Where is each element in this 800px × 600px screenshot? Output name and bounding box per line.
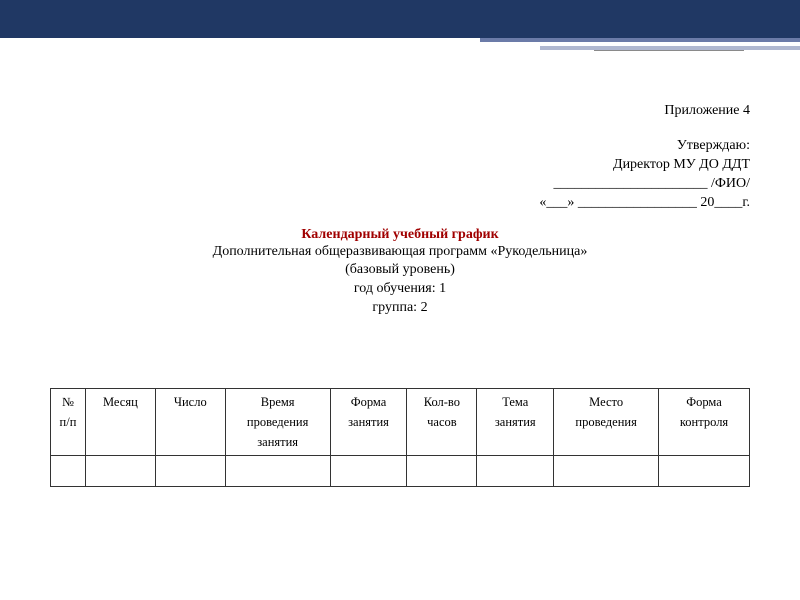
cell-1 xyxy=(85,456,155,487)
cell-8 xyxy=(659,456,750,487)
doc-title: Календарный учебный график xyxy=(50,227,750,243)
program-name: Дополнительная общеразвивающая программ … xyxy=(50,243,750,262)
col-header-4: Формазанятия xyxy=(330,389,407,456)
program-level: (базовый уровень) xyxy=(50,261,750,280)
top-banner xyxy=(0,0,800,38)
cell-2 xyxy=(155,456,225,487)
banner-stripe-1 xyxy=(480,38,800,42)
table-header-row: №п/пМесяцЧислоВремяпроведениязанятияФорм… xyxy=(51,389,750,456)
group-number: группа: 2 xyxy=(50,299,750,318)
cell-7 xyxy=(554,456,659,487)
col-header-6: Темазанятия xyxy=(477,389,554,456)
banner-underline xyxy=(594,50,744,51)
col-header-0: №п/п xyxy=(51,389,86,456)
col-header-1: Месяц xyxy=(85,389,155,456)
table-row xyxy=(51,456,750,487)
col-header-5: Кол-вочасов xyxy=(407,389,477,456)
cell-3 xyxy=(225,456,330,487)
approve-line-1: Утверждаю: xyxy=(50,137,750,156)
col-header-7: Местопроведения xyxy=(554,389,659,456)
approve-line-4: «___» _________________ 20____г. xyxy=(50,194,750,213)
appendix-label: Приложение 4 xyxy=(50,103,750,119)
approve-line-3: ______________________ /ФИО/ xyxy=(50,175,750,194)
schedule-table-wrap: №п/пМесяцЧислоВремяпроведениязанятияФорм… xyxy=(50,388,750,487)
approve-line-2: Директор МУ ДО ДДТ xyxy=(50,156,750,175)
cell-4 xyxy=(330,456,407,487)
schedule-table: №п/пМесяцЧислоВремяпроведениязанятияФорм… xyxy=(50,388,750,487)
page-body: Приложение 4 Утверждаю: Директор МУ ДО Д… xyxy=(0,38,800,487)
col-header-3: Времяпроведениязанятия xyxy=(225,389,330,456)
cell-0 xyxy=(51,456,86,487)
cell-6 xyxy=(477,456,554,487)
col-header-2: Число xyxy=(155,389,225,456)
cell-5 xyxy=(407,456,477,487)
approval-block: Утверждаю: Директор МУ ДО ДДТ __________… xyxy=(50,137,750,213)
col-header-8: Формаконтроля xyxy=(659,389,750,456)
study-year: год обучения: 1 xyxy=(50,280,750,299)
